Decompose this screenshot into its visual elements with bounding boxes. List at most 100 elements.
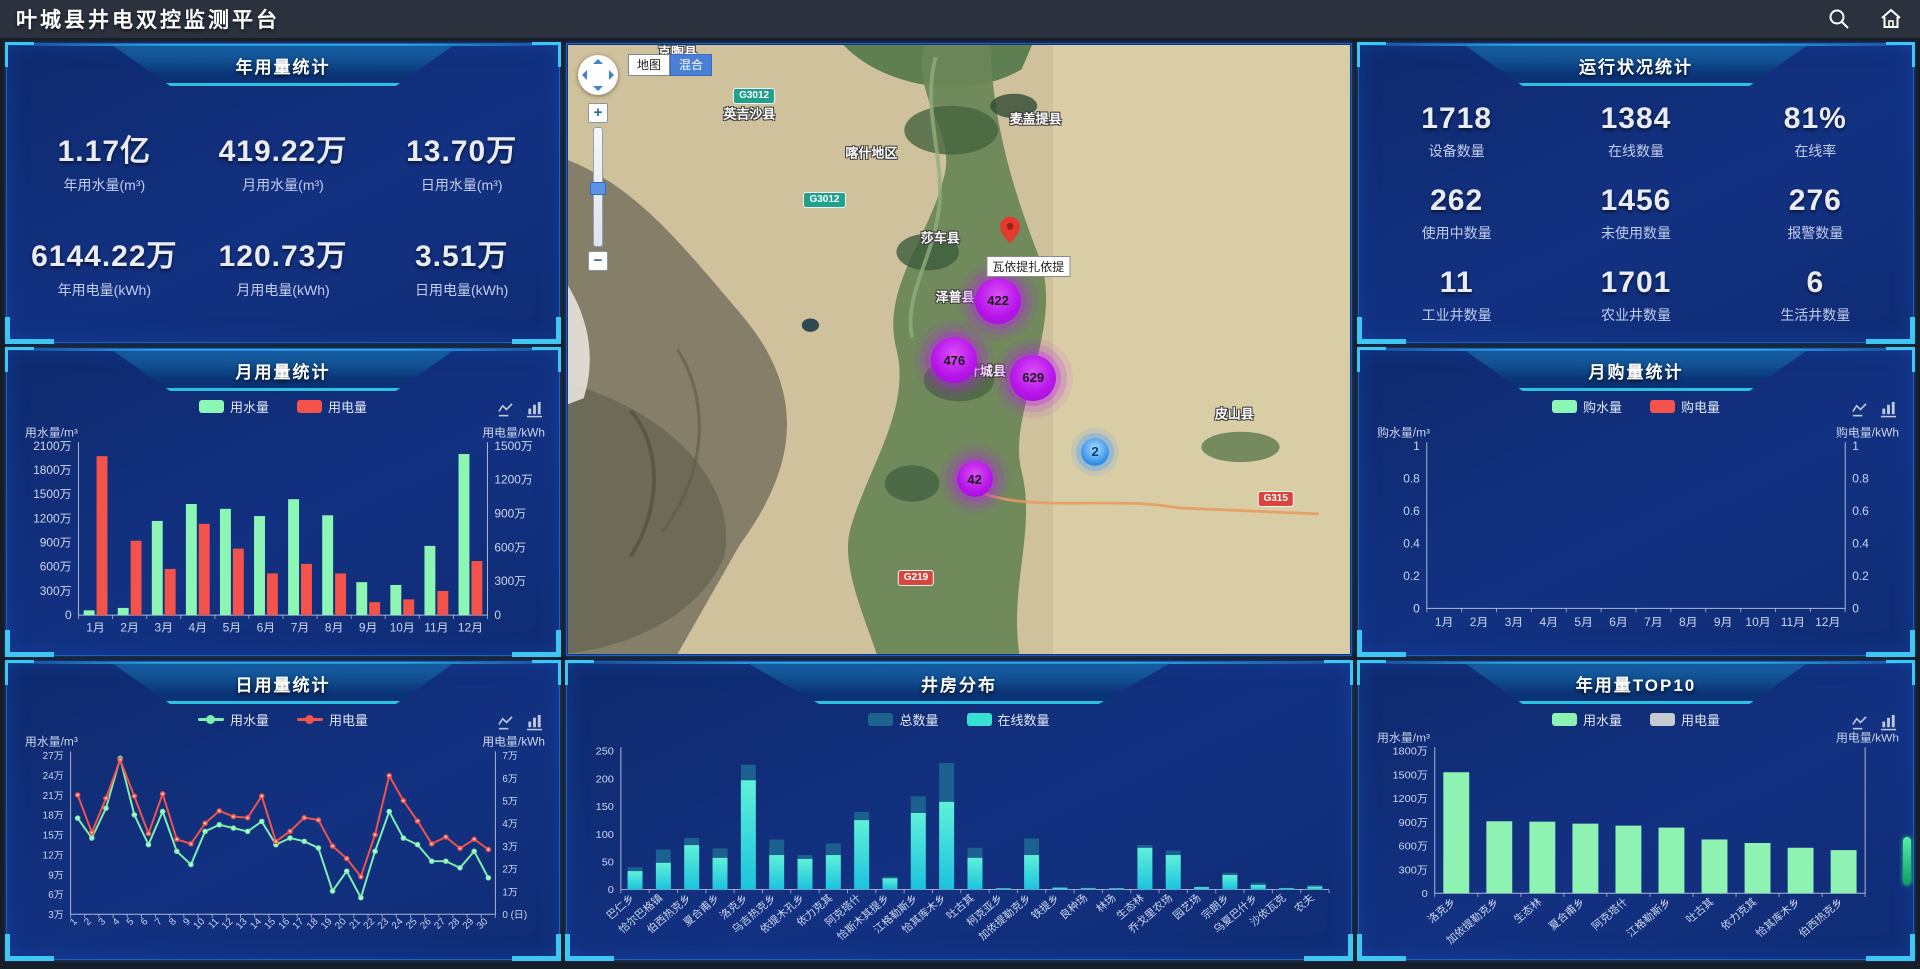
svg-text:15万: 15万: [43, 831, 64, 842]
wellhouse-distribution-chart[interactable]: 050100150200250巴仁乡恰尔巴格镇伯西热克乡夏合甫乡洛克乡乌吉热克乡…: [575, 730, 1343, 953]
svg-text:50: 50: [602, 857, 614, 869]
chart-toolbox: [1851, 401, 1897, 418]
search-icon[interactable]: [1826, 6, 1852, 32]
panel-title: 年用量TOP10: [1464, 663, 1807, 704]
svg-text:0.6: 0.6: [1852, 505, 1869, 518]
well-cluster-marker[interactable]: 476: [931, 337, 977, 383]
svg-text:3: 3: [96, 916, 108, 928]
legend-item[interactable]: 用水量: [198, 710, 269, 729]
svg-text:1500万: 1500万: [33, 488, 72, 501]
stat-value: 3.51万: [372, 231, 551, 275]
monthly-usage-chart[interactable]: 用水量/m³用电量/kWh0300万600万900万1200万1500万1800…: [15, 417, 551, 649]
svg-text:3万: 3万: [502, 842, 518, 853]
toolbox-line-chart-icon[interactable]: [1851, 401, 1868, 418]
zoom-slider-track[interactable]: [593, 127, 603, 247]
daily-usage-chart[interactable]: 用水量/m³用电量/kWh3万6万9万12万15万18万21万24万27万0 (…: [15, 730, 551, 953]
svg-text:0.4: 0.4: [1403, 537, 1420, 550]
svg-text:0.8: 0.8: [1852, 472, 1869, 485]
panel-header: 年用量TOP10: [1359, 662, 1913, 708]
svg-text:10: 10: [192, 916, 208, 932]
toolbox-bar-chart-icon[interactable]: [1880, 714, 1897, 731]
zoom-slider-handle[interactable]: [590, 182, 606, 195]
legend-item[interactable]: 购水量: [1552, 397, 1622, 416]
legend-item[interactable]: 在线数量: [967, 710, 1050, 729]
legend-label: 用电量: [1681, 710, 1720, 729]
panel-title-text: 日用量统计: [235, 671, 330, 696]
legend-label: 用水量: [230, 710, 269, 729]
chart-legend: 用水量 用电量: [15, 708, 551, 730]
panel-title-text: 井房分布: [921, 671, 997, 696]
pan-down-icon[interactable]: [593, 86, 603, 91]
monthly-purchase-chart[interactable]: 购水量/m³购电量/kWh00.20.40.60.8100.20.40.60.8…: [1367, 417, 1905, 649]
home-icon[interactable]: [1878, 6, 1904, 32]
map-place-label: 喀什地区: [845, 143, 897, 162]
legend-label: 总数量: [899, 710, 938, 729]
pan-up-icon[interactable]: [593, 59, 603, 64]
toolbox-line-chart-icon[interactable]: [1851, 714, 1868, 731]
svg-text:300万: 300万: [494, 575, 526, 588]
toolbox-line-chart-icon[interactable]: [497, 401, 514, 418]
legend-item[interactable]: 用电量: [1650, 710, 1720, 729]
toolbox-bar-chart-icon[interactable]: [526, 401, 543, 418]
stat-value: 6144.22万: [15, 231, 194, 275]
legend-item[interactable]: 用水量: [1552, 710, 1622, 729]
map-type-button[interactable]: 地图: [628, 54, 670, 76]
panel-title-text: 年用量统计: [235, 53, 330, 78]
stat-item: 6144.22万年用电量(kWh): [15, 231, 194, 300]
svg-text:300万: 300万: [40, 585, 72, 598]
svg-text:2月: 2月: [1470, 616, 1489, 629]
stat-item: 1718设备数量: [1367, 102, 1546, 161]
svg-text:阿克塔什: 阿克塔什: [1589, 895, 1631, 933]
svg-text:900万: 900万: [494, 508, 526, 521]
panel-title: 井房分布: [747, 663, 1170, 704]
map-zoom-control: + −: [588, 103, 608, 271]
svg-text:12月: 12月: [458, 622, 483, 635]
legend-swatch: [1552, 400, 1577, 413]
toolbox-line-chart-icon[interactable]: [497, 714, 514, 731]
satellite-map[interactable]: 克陶县英吉沙县喀什地区麦盖提县莎车县泽普县叶城县皮山县G3012G3012G31…: [568, 45, 1350, 654]
toolbox-bar-chart-icon[interactable]: [1880, 401, 1897, 418]
well-cluster-marker[interactable]: 42: [957, 461, 993, 497]
legend-swatch: [1552, 713, 1577, 726]
svg-text:依力克其: 依力克其: [1718, 895, 1760, 933]
zoom-in-button[interactable]: +: [588, 103, 608, 123]
svg-text:0: 0: [494, 609, 501, 622]
stat-label: 报警数量: [1726, 223, 1905, 243]
map-pan-control[interactable]: [578, 55, 618, 95]
stat-value: 1718: [1367, 102, 1546, 136]
well-cluster-marker[interactable]: 422: [975, 278, 1021, 324]
well-cluster-marker[interactable]: 629: [1010, 355, 1056, 401]
legend-swatch: [199, 400, 224, 413]
stat-item: 1701农业井数量: [1546, 266, 1725, 325]
panel-title-text: 运行状况统计: [1579, 53, 1693, 78]
status-stats-grid: 1718设备数量1384在线数量81%在线率262使用中数量1456未使用数量2…: [1367, 90, 1905, 336]
svg-text:24万: 24万: [43, 771, 64, 782]
legend-item[interactable]: 总数量: [868, 710, 938, 729]
svg-text:7月: 7月: [1644, 616, 1663, 629]
svg-text:12万: 12万: [43, 851, 64, 862]
pan-right-icon[interactable]: [609, 70, 614, 80]
svg-text:1月: 1月: [1435, 616, 1454, 629]
location-pin-icon[interactable]: [1000, 216, 1020, 249]
legend-item[interactable]: 用水量: [199, 397, 269, 416]
legend-swatch: [297, 400, 322, 413]
annual-top10-chart[interactable]: 用水量/m³用电量/kWh0300万600万900万1200万1500万1800…: [1367, 730, 1905, 953]
map-type-button[interactable]: 混合: [670, 54, 712, 76]
svg-text:18万: 18万: [43, 811, 64, 822]
zoom-out-button[interactable]: −: [588, 251, 608, 271]
stat-label: 在线数量: [1546, 141, 1725, 161]
svg-text:0: 0: [1852, 602, 1859, 615]
panel-wellhouse-distribution: 井房分布 总数量 在线数量 050100150200250巴仁乡恰尔巴格镇伯西热克…: [566, 661, 1352, 960]
svg-text:农夫: 农夫: [1292, 891, 1317, 915]
svg-text:150: 150: [596, 801, 614, 813]
toolbox-bar-chart-icon[interactable]: [526, 714, 543, 731]
scrollbar-thumb[interactable]: [1903, 837, 1911, 885]
legend-item[interactable]: 用电量: [297, 397, 367, 416]
svg-text:0: 0: [1422, 888, 1428, 900]
pan-left-icon[interactable]: [582, 70, 587, 80]
svg-text:用电量/kWh: 用电量/kWh: [1836, 732, 1899, 745]
well-cluster-marker[interactable]: 2: [1081, 438, 1109, 466]
stat-value: 1701: [1546, 266, 1725, 300]
legend-item[interactable]: 用电量: [297, 710, 368, 729]
legend-item[interactable]: 购电量: [1650, 397, 1720, 416]
